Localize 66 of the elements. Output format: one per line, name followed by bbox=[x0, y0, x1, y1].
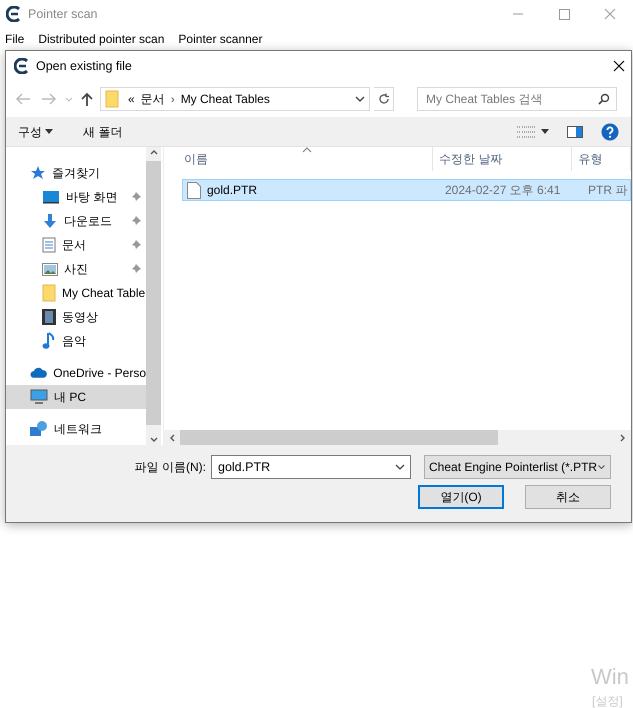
column-header[interactable]: 이름 bbox=[184, 150, 208, 168]
computer-icon bbox=[30, 389, 48, 405]
sidebar-item[interactable]: 사진 bbox=[6, 257, 146, 281]
file-type: PTR 파 bbox=[587, 182, 628, 199]
desktop-icon bbox=[42, 190, 60, 204]
breadcrumb[interactable]: 문서 bbox=[140, 90, 165, 108]
cancel-button[interactable]: 취소 bbox=[525, 485, 611, 509]
sidebar-item[interactable]: 문서 bbox=[6, 233, 146, 257]
dialog-title: Open existing file bbox=[36, 58, 132, 75]
help-icon[interactable] bbox=[601, 122, 619, 140]
document-icon bbox=[42, 237, 56, 253]
file-name-box[interactable]: gold.PTR bbox=[211, 455, 411, 479]
column-header[interactable]: 유형 bbox=[578, 150, 602, 168]
chevron-down-icon[interactable] bbox=[354, 94, 366, 104]
sidebar-item[interactable]: 네트워크 bbox=[6, 417, 146, 441]
menu-item[interactable]: Distributed pointer scan bbox=[38, 30, 164, 48]
address-bar[interactable]: « 문서 › My Cheat Tables bbox=[100, 87, 370, 111]
caret-icon[interactable] bbox=[541, 129, 549, 134]
caret-icon bbox=[45, 129, 53, 134]
file-name-label: 파일 이름(N): bbox=[134, 459, 206, 476]
sidebar-item[interactable]: 즐겨찾기 bbox=[6, 161, 146, 185]
sidebar-item[interactable]: 다운로드 bbox=[6, 209, 146, 233]
open-button[interactable]: 열기(O) bbox=[418, 485, 504, 509]
download-icon bbox=[42, 213, 58, 229]
music-note-icon bbox=[42, 332, 56, 350]
picture-icon bbox=[42, 262, 58, 276]
folder-icon bbox=[42, 284, 56, 302]
file-type-dropdown[interactable]: Cheat Engine Pointerlist (*.PTR bbox=[424, 455, 611, 479]
chevron-down-icon[interactable] bbox=[394, 463, 406, 471]
sidebar-item[interactable]: 내 PC bbox=[6, 385, 146, 409]
network-icon bbox=[30, 421, 48, 437]
view-options-icon[interactable] bbox=[517, 124, 535, 138]
breadcrumb-separator: › bbox=[170, 91, 175, 108]
sidebar-item[interactable]: 음악 bbox=[6, 329, 146, 353]
file-icon bbox=[187, 182, 201, 198]
preview-pane-icon[interactable] bbox=[567, 126, 583, 138]
close-icon[interactable] bbox=[613, 60, 625, 72]
sidebar-item[interactable]: My Cheat Table bbox=[6, 281, 146, 305]
folder-icon bbox=[105, 90, 119, 108]
app-logo-icon bbox=[14, 58, 30, 74]
window-title: Pointer scan bbox=[28, 6, 98, 23]
sidebar-item[interactable]: 바탕 화면 bbox=[6, 185, 146, 209]
menu-item[interactable]: File bbox=[5, 30, 24, 48]
file-name: gold.PTR bbox=[207, 182, 258, 199]
breadcrumb-overflow[interactable]: « bbox=[128, 90, 135, 108]
sidebar-item[interactable]: OneDrive - Perso bbox=[6, 361, 146, 385]
app-logo-icon bbox=[6, 6, 22, 22]
search-box[interactable]: My Cheat Tables 검색 bbox=[417, 87, 617, 111]
cloud-icon bbox=[30, 367, 48, 379]
sidebar-item[interactable]: 동영상 bbox=[6, 305, 146, 329]
refresh-button[interactable] bbox=[374, 87, 394, 111]
column-header[interactable]: 수정한 날짜 bbox=[439, 150, 502, 168]
sort-ascending-icon bbox=[302, 147, 312, 153]
film-icon bbox=[42, 309, 56, 325]
file-date: 2024-02-27 오후 6:41 bbox=[444, 182, 562, 199]
organize-menu[interactable]: 구성 bbox=[18, 122, 42, 140]
chevron-down-icon bbox=[597, 463, 606, 471]
scrollbar-thumb[interactable] bbox=[180, 430, 498, 445]
menu-item[interactable]: Pointer scanner bbox=[178, 30, 262, 48]
search-icon bbox=[598, 93, 610, 105]
refresh-icon bbox=[378, 93, 390, 105]
scrollbar-thumb[interactable] bbox=[146, 161, 161, 425]
star-icon bbox=[30, 165, 46, 181]
breadcrumb[interactable]: My Cheat Tables bbox=[180, 90, 270, 108]
new-folder-button[interactable]: 새 폴더 bbox=[83, 122, 122, 140]
file-row[interactable]: gold.PTR 2024-02-27 오후 6:41 PTR 파 bbox=[182, 179, 631, 201]
